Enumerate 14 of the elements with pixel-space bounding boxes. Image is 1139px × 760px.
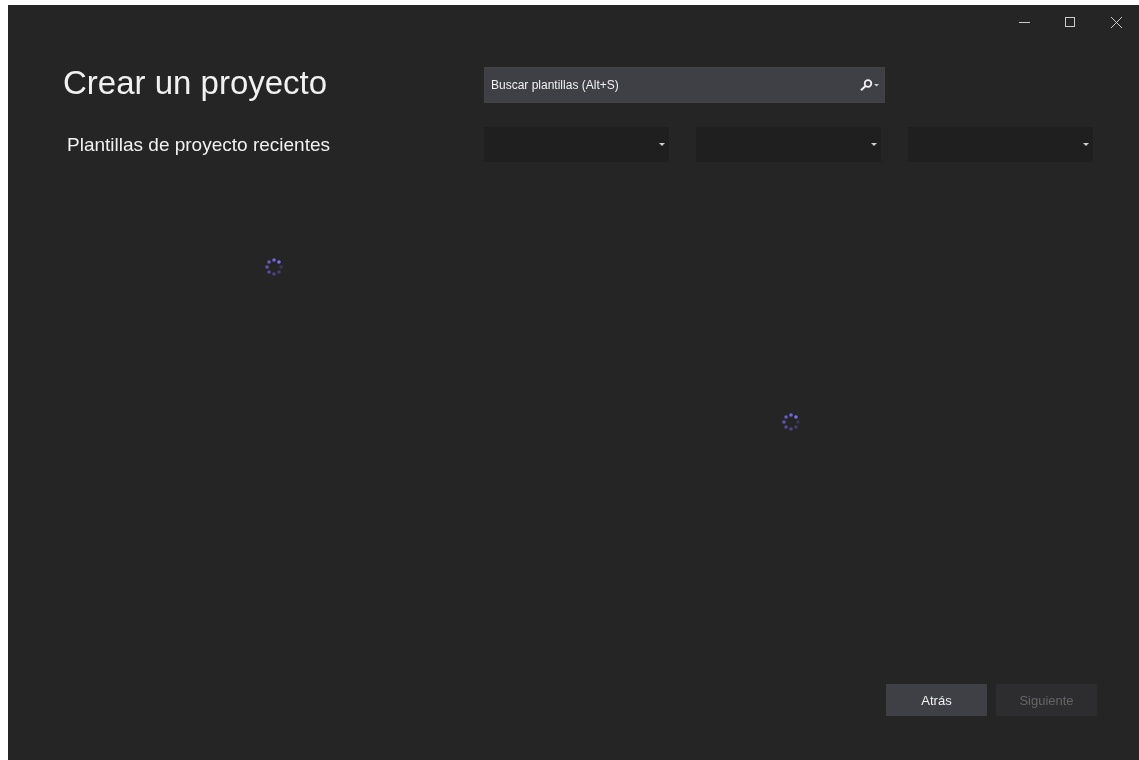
minimize-icon [1018,21,1030,23]
close-icon [1110,16,1122,28]
caret-icon [871,142,877,147]
caret-icon [1083,142,1089,147]
maximize-icon [1065,17,1075,27]
caret-icon [659,142,665,147]
filter-dropdown[interactable] [484,127,669,162]
search-field[interactable]: Buscar plantillas (Alt+S) [484,67,885,103]
back-button[interactable]: Atrás [886,684,987,716]
page-title: Crear un proyecto [63,63,329,103]
search-icon [859,79,879,91]
section-heading: Plantillas de proyecto recientes [67,134,331,156]
filter-dropdown[interactable] [696,127,881,162]
filter-dropdown[interactable] [908,127,1093,162]
